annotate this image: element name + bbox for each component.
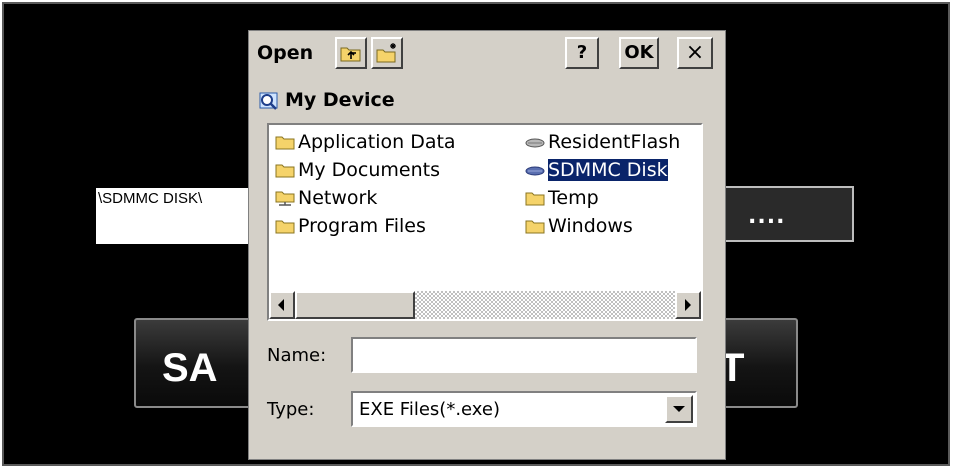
new-folder-icon (376, 43, 396, 63)
save-button-label: SA (162, 346, 218, 390)
type-dropdown-button[interactable] (665, 395, 693, 423)
save-button[interactable]: SA (134, 318, 266, 408)
list-item-my-documents[interactable]: My Documents (275, 159, 440, 181)
dialog-title: Open (257, 42, 314, 64)
storage-card-icon (525, 166, 545, 176)
arrow-right-icon (685, 299, 691, 311)
list-item-windows[interactable]: Windows (525, 215, 633, 237)
ok-button[interactable]: OK (619, 37, 659, 69)
chevron-down-icon (673, 406, 685, 412)
location-dropdown[interactable]: My Device (259, 89, 395, 113)
list-item-label: Temp (548, 187, 599, 209)
arrow-left-icon (278, 299, 284, 311)
drive-icon (525, 138, 545, 148)
scroll-right-button[interactable] (675, 291, 701, 319)
list-item-temp[interactable]: Temp (525, 187, 599, 209)
list-item-program-files[interactable]: Program Files (275, 215, 426, 237)
list-item-label: Windows (548, 215, 633, 237)
path-display: \SDMMC DISK\ (96, 188, 256, 244)
list-item-sdmmc-disk[interactable]: SDMMC Disk (525, 158, 669, 182)
folder-icon (525, 192, 545, 206)
browse-button-label: .... (748, 204, 786, 229)
scroll-left-button[interactable] (269, 291, 295, 319)
file-list[interactable]: Application Data My Documents Network Pr… (267, 123, 703, 321)
help-button[interactable]: ? (565, 37, 599, 69)
scrollbar-thumb[interactable] (295, 291, 415, 319)
folder-icon (275, 220, 295, 234)
up-folder-button[interactable] (335, 37, 367, 69)
list-item-label: Program Files (298, 215, 426, 237)
up-folder-icon (340, 47, 361, 62)
dialog-titlebar: Open ? OK × (249, 31, 725, 75)
name-label: Name: (267, 345, 327, 366)
close-button[interactable]: × (677, 37, 713, 69)
name-field[interactable] (351, 337, 697, 373)
horizontal-scrollbar[interactable] (269, 291, 701, 319)
folder-icon (275, 136, 295, 150)
type-select[interactable]: EXE Files(*.exe) (351, 391, 697, 427)
folder-icon (275, 164, 295, 178)
location-label: My Device (285, 89, 395, 111)
open-file-dialog: Open ? OK × My Device Application Data M… (248, 30, 726, 460)
list-item-label: ResidentFlash (548, 131, 681, 153)
list-item-label: Application Data (298, 131, 456, 153)
type-select-value: EXE Files(*.exe) (359, 399, 500, 420)
list-item-resident-flash[interactable]: ResidentFlash (525, 131, 680, 153)
device-search-icon (259, 92, 278, 110)
list-item-label: SDMMC Disk (547, 158, 669, 182)
list-item-application-data[interactable]: Application Data (275, 131, 456, 153)
list-item-label: Network (298, 187, 378, 209)
folder-icon (525, 220, 545, 234)
network-folder-icon (275, 191, 295, 206)
type-label: Type: (267, 399, 315, 420)
list-item-network[interactable]: Network (275, 187, 377, 209)
new-folder-button[interactable] (371, 37, 403, 69)
list-item-label: My Documents (298, 159, 441, 181)
